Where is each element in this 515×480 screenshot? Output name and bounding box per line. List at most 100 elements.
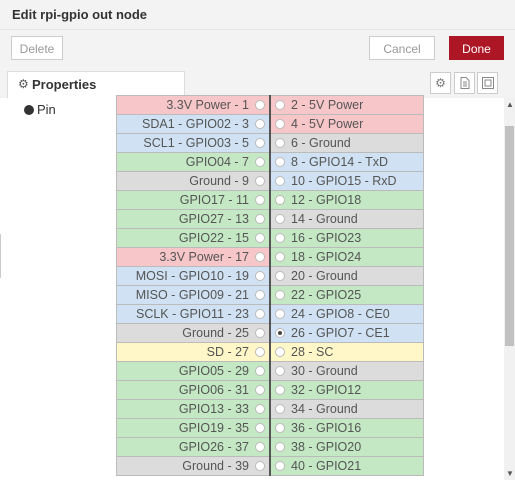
pin-radio[interactable]: [255, 366, 265, 376]
pin-radio[interactable]: [255, 347, 265, 357]
pin-option-15[interactable]: GPIO22 - 15: [116, 228, 271, 248]
pin-option-37[interactable]: GPIO26 - 37: [116, 437, 271, 457]
pin-dot-icon: [24, 105, 34, 115]
pin-radio[interactable]: [255, 461, 265, 471]
pin-option-8[interactable]: 8 - GPIO14 - TxD: [269, 152, 424, 172]
pin-radio[interactable]: [255, 309, 265, 319]
pin-radio[interactable]: [275, 290, 285, 300]
pin-option-24[interactable]: 24 - GPIO8 - CE0: [269, 304, 424, 324]
pin-option-10[interactable]: 10 - GPIO15 - RxD: [269, 171, 424, 191]
done-button[interactable]: Done: [449, 36, 504, 60]
appearance-button[interactable]: [477, 72, 498, 94]
pin-option-25[interactable]: Ground - 25: [116, 323, 271, 343]
pin-radio[interactable]: [275, 100, 285, 110]
pin-option-1[interactable]: 3.3V Power - 1: [116, 95, 271, 115]
pin-radio[interactable]: [275, 442, 285, 452]
pin-option-5[interactable]: SCL1 - GPIO03 - 5: [116, 133, 271, 153]
pin-radio[interactable]: [275, 423, 285, 433]
pin-option-7[interactable]: GPIO04 - 7: [116, 152, 271, 172]
pin-option-16[interactable]: 16 - GPIO23: [269, 228, 424, 248]
pin-radio[interactable]: [255, 271, 265, 281]
pin-radio[interactable]: [255, 138, 265, 148]
pin-radio[interactable]: [275, 347, 285, 357]
settings-button[interactable]: ⚙: [430, 72, 451, 94]
pin-label-right: 4 - 5V Power: [291, 117, 364, 131]
pin-option-29[interactable]: GPIO05 - 29: [116, 361, 271, 381]
tab-properties[interactable]: ⚙ Properties: [7, 71, 185, 98]
pin-radio[interactable]: [255, 252, 265, 262]
pin-option-19[interactable]: MOSI - GPIO10 - 19: [116, 266, 271, 286]
pin-option-40[interactable]: 40 - GPIO21: [269, 456, 424, 476]
vertical-scrollbar[interactable]: ▲ ▼: [504, 98, 515, 480]
pin-option-12[interactable]: 12 - GPIO18: [269, 190, 424, 210]
pin-radio[interactable]: [255, 385, 265, 395]
pin-radio[interactable]: [275, 309, 285, 319]
pin-option-6[interactable]: 6 - Ground: [269, 133, 424, 153]
pin-option-2[interactable]: 2 - 5V Power: [269, 95, 424, 115]
pin-option-22[interactable]: 22 - GPIO25: [269, 285, 424, 305]
pin-label-left: Ground - 39: [182, 459, 249, 473]
pin-row: SCL1 - GPIO03 - 5 6 - Ground: [116, 133, 424, 153]
scroll-down-icon[interactable]: ▼: [506, 469, 514, 478]
pin-label-left: 3.3V Power - 17: [159, 250, 249, 264]
description-button[interactable]: [454, 72, 475, 94]
pin-radio[interactable]: [255, 195, 265, 205]
pin-radio[interactable]: [275, 328, 285, 338]
pin-option-39[interactable]: Ground - 39: [116, 456, 271, 476]
pin-option-27[interactable]: SD - 27: [116, 342, 271, 362]
pin-option-21[interactable]: MISO - GPIO09 - 21: [116, 285, 271, 305]
pin-radio[interactable]: [275, 233, 285, 243]
pin-option-13[interactable]: GPIO27 - 13: [116, 209, 271, 229]
pin-radio[interactable]: [275, 214, 285, 224]
pin-option-4[interactable]: 4 - 5V Power: [269, 114, 424, 134]
pin-radio[interactable]: [255, 176, 265, 186]
pin-radio[interactable]: [255, 214, 265, 224]
pin-option-36[interactable]: 36 - GPIO16: [269, 418, 424, 438]
pin-option-34[interactable]: 34 - Ground: [269, 399, 424, 419]
pin-radio[interactable]: [255, 328, 265, 338]
pin-option-30[interactable]: 30 - Ground: [269, 361, 424, 381]
pin-radio[interactable]: [255, 423, 265, 433]
pin-radio[interactable]: [255, 100, 265, 110]
pin-radio[interactable]: [255, 233, 265, 243]
pin-option-32[interactable]: 32 - GPIO12: [269, 380, 424, 400]
pin-label-left: MOSI - GPIO10 - 19: [135, 269, 249, 283]
pin-option-28[interactable]: 28 - SC: [269, 342, 424, 362]
scrollbar-thumb[interactable]: [505, 126, 514, 346]
pin-radio[interactable]: [255, 404, 265, 414]
pin-option-18[interactable]: 18 - GPIO24: [269, 247, 424, 267]
pin-option-14[interactable]: 14 - Ground: [269, 209, 424, 229]
pin-radio[interactable]: [275, 252, 285, 262]
resize-handle[interactable]: [0, 234, 5, 278]
pin-radio[interactable]: [255, 442, 265, 452]
scroll-up-icon[interactable]: ▲: [506, 100, 514, 109]
pin-option-17[interactable]: 3.3V Power - 17: [116, 247, 271, 267]
pin-radio[interactable]: [275, 119, 285, 129]
pin-radio[interactable]: [275, 271, 285, 281]
pin-radio[interactable]: [275, 157, 285, 167]
pin-radio[interactable]: [255, 290, 265, 300]
pin-option-3[interactable]: SDA1 - GPIO02 - 3: [116, 114, 271, 134]
pin-option-38[interactable]: 38 - GPIO20: [269, 437, 424, 457]
pin-option-35[interactable]: GPIO19 - 35: [116, 418, 271, 438]
pin-radio[interactable]: [255, 119, 265, 129]
pin-radio[interactable]: [275, 195, 285, 205]
pin-option-11[interactable]: GPIO17 - 11: [116, 190, 271, 210]
pin-label-left: SDA1 - GPIO02 - 3: [142, 117, 249, 131]
pin-radio[interactable]: [275, 385, 285, 395]
pin-option-26[interactable]: 26 - GPIO7 - CE1: [269, 323, 424, 343]
pin-radio[interactable]: [275, 138, 285, 148]
pin-option-23[interactable]: SCLK - GPIO11 - 23: [116, 304, 271, 324]
pin-option-33[interactable]: GPIO13 - 33: [116, 399, 271, 419]
pin-radio[interactable]: [275, 176, 285, 186]
pin-radio[interactable]: [255, 157, 265, 167]
pin-option-20[interactable]: 20 - Ground: [269, 266, 424, 286]
pin-radio[interactable]: [275, 366, 285, 376]
pin-option-31[interactable]: GPIO06 - 31: [116, 380, 271, 400]
cancel-button[interactable]: Cancel: [369, 36, 435, 60]
pin-radio[interactable]: [275, 461, 285, 471]
pin-radio[interactable]: [275, 404, 285, 414]
pin-label-left: SD - 27: [206, 345, 249, 359]
delete-button[interactable]: Delete: [11, 36, 63, 60]
pin-option-9[interactable]: Ground - 9: [116, 171, 271, 191]
